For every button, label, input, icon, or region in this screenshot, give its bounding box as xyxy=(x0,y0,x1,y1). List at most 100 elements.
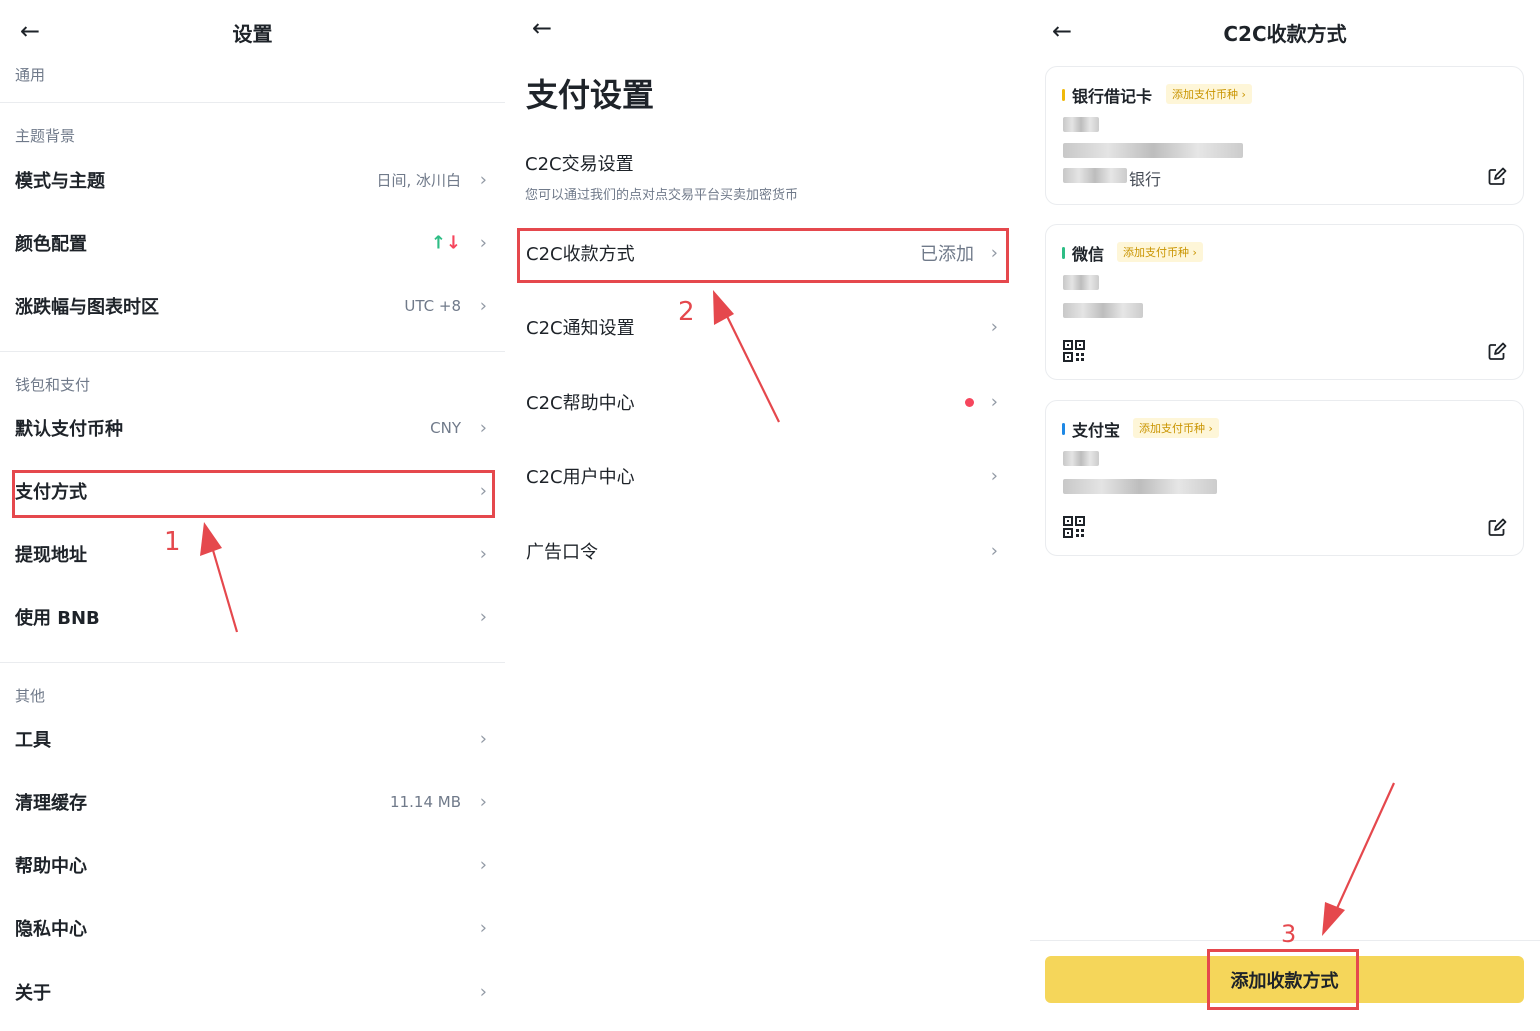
c2c-receive-methods-panel: ← C2C收款方式 银行借记卡 添加支付币种 › 银行 微信 添加支付币种 › xyxy=(1030,0,1540,1031)
row-mode-theme[interactable]: 模式与主题 日间, 冰川白 › xyxy=(0,152,505,208)
chevron-right-icon: › xyxy=(479,728,487,750)
row-label: C2C帮助中心 xyxy=(526,393,635,414)
chevron-right-icon: › xyxy=(479,791,487,813)
payment-settings-panel: ← 支付设置 C2C交易设置 您可以通过我们的点对点交易平台买卖加密货币 C2C… xyxy=(512,0,1020,1031)
row-privacy-center[interactable]: 隐私中心 › xyxy=(0,900,505,956)
qr-code-icon[interactable] xyxy=(1063,516,1085,538)
row-label: C2C用户中心 xyxy=(526,467,635,488)
chevron-right-icon: › xyxy=(479,417,487,439)
chevron-right-icon: › xyxy=(990,465,998,487)
payment-method-name: 微信 xyxy=(1072,245,1105,264)
row-c2c-help-center[interactable]: C2C帮助中心 › xyxy=(512,374,1020,430)
highlight-box-step1 xyxy=(12,470,495,518)
chevron-right-icon: › xyxy=(479,854,487,876)
row-default-currency[interactable]: 默认支付币种 CNY › xyxy=(0,400,505,456)
row-value: UTC +8 xyxy=(404,297,461,315)
chevron-right-icon: › xyxy=(479,295,487,317)
page-title: C2C收款方式 xyxy=(1223,22,1347,46)
chevron-right-icon: › xyxy=(990,316,998,338)
chevron-right-icon: › xyxy=(990,391,998,413)
row-label: C2C通知设置 xyxy=(526,318,635,339)
qr-code-icon[interactable] xyxy=(1063,340,1085,362)
blurred-account-id xyxy=(1063,303,1143,318)
section-other: 其他 xyxy=(15,687,46,705)
divider xyxy=(0,351,505,352)
row-timezone[interactable]: 涨跌幅与图表时区 UTC +8 › xyxy=(0,278,505,334)
accent-bar xyxy=(1062,247,1065,259)
edit-icon[interactable] xyxy=(1487,167,1507,187)
notification-dot xyxy=(965,398,974,407)
row-tools[interactable]: 工具 › xyxy=(0,711,505,767)
row-about[interactable]: 关于 › xyxy=(0,964,505,1020)
blurred-account-name xyxy=(1063,451,1099,466)
chevron-right-icon: › xyxy=(479,606,487,628)
c2c-trade-settings-description: 您可以通过我们的点对点交易平台买卖加密货币 xyxy=(525,188,799,203)
section-general: 通用 xyxy=(15,66,46,84)
c2c-trade-settings: C2C交易设置 您可以通过我们的点对点交易平台买卖加密货币 xyxy=(512,140,1020,210)
section-theme: 主题背景 xyxy=(15,127,76,145)
step-number-3: 3 xyxy=(1281,920,1297,948)
chevron-right-icon: › xyxy=(479,232,487,254)
blurred-account-number xyxy=(1063,143,1243,158)
page-title: 设置 xyxy=(232,22,273,46)
row-c2c-user-center[interactable]: C2C用户中心 › xyxy=(512,448,1020,504)
divider xyxy=(0,662,505,663)
row-help-center[interactable]: 帮助中心 › xyxy=(0,837,505,893)
section-wallet: 钱包和支付 xyxy=(15,376,91,394)
row-label: 关于 xyxy=(15,983,51,1004)
payment-card-bank[interactable]: 银行借记卡 添加支付币种 › 银行 xyxy=(1045,66,1524,205)
step-number-1: 1 xyxy=(164,527,181,557)
chevron-right-icon: › xyxy=(479,169,487,191)
add-currency-tag[interactable]: 添加支付币种 › xyxy=(1133,418,1219,438)
row-color-config[interactable]: 颜色配置 ↑↓ › xyxy=(0,215,505,271)
row-label: 颜色配置 xyxy=(15,234,87,255)
accent-bar xyxy=(1062,89,1065,101)
chevron-right-icon: › xyxy=(479,543,487,565)
payment-method-name: 银行借记卡 xyxy=(1072,87,1153,106)
row-withdraw-address[interactable]: 提现地址 › xyxy=(0,526,505,582)
row-value: CNY xyxy=(430,419,461,437)
row-label: 帮助中心 xyxy=(15,856,87,877)
row-label: 使用 BNB xyxy=(15,608,100,629)
add-currency-tag[interactable]: 添加支付币种 › xyxy=(1166,84,1252,104)
step-number-2: 2 xyxy=(678,297,695,327)
row-clear-cache[interactable]: 清理缓存 11.14 MB › xyxy=(0,774,505,830)
row-label: 默认支付币种 xyxy=(15,419,123,440)
highlight-box-step3 xyxy=(1207,949,1359,1010)
row-label: 隐私中心 xyxy=(15,919,87,940)
c2c-trade-settings-label: C2C交易设置 xyxy=(525,154,634,175)
edit-icon[interactable] xyxy=(1487,518,1507,538)
add-currency-tag[interactable]: 添加支付币种 › xyxy=(1117,242,1203,262)
bank-suffix: 银行 xyxy=(1129,170,1162,189)
page-title: 支付设置 xyxy=(526,76,655,114)
blurred-account-id xyxy=(1063,479,1217,494)
chevron-right-icon: › xyxy=(479,981,487,1003)
payment-card-alipay[interactable]: 支付宝 添加支付币种 › xyxy=(1045,400,1524,556)
settings-panel: ← 设置 通用 主题背景 模式与主题 日间, 冰川白 › 颜色配置 ↑↓ › 涨… xyxy=(0,0,505,1031)
arrow-down-icon: ↓ xyxy=(445,232,461,254)
chevron-right-icon: › xyxy=(479,917,487,939)
chevron-right-icon: › xyxy=(990,540,998,562)
row-use-bnb[interactable]: 使用 BNB › xyxy=(0,589,505,645)
row-label: 提现地址 xyxy=(15,545,87,566)
blurred-bank-name xyxy=(1063,168,1127,183)
row-label: 工具 xyxy=(15,730,51,751)
blurred-account-name xyxy=(1063,117,1099,132)
accent-bar xyxy=(1062,423,1065,435)
row-ad-code[interactable]: 广告口令 › xyxy=(512,523,1020,579)
row-c2c-notify-settings[interactable]: C2C通知设置 › xyxy=(512,299,1020,355)
row-value: 日间, 冰川白 xyxy=(376,171,461,190)
up-down-arrows-icon: ↑↓ xyxy=(431,233,461,254)
row-label: 模式与主题 xyxy=(15,171,105,192)
payment-card-wechat[interactable]: 微信 添加支付币种 › xyxy=(1045,224,1524,380)
highlight-box-step2 xyxy=(517,228,1009,283)
payment-method-name: 支付宝 xyxy=(1072,421,1121,440)
row-label: 清理缓存 xyxy=(15,793,87,814)
blurred-account-name xyxy=(1063,275,1099,290)
divider xyxy=(0,102,505,103)
edit-icon[interactable] xyxy=(1487,342,1507,362)
arrow-up-icon: ↑ xyxy=(430,232,446,254)
row-label: 广告口令 xyxy=(526,542,598,563)
arrow-left-icon[interactable]: ← xyxy=(532,16,552,40)
row-label: 涨跌幅与图表时区 xyxy=(15,297,159,318)
